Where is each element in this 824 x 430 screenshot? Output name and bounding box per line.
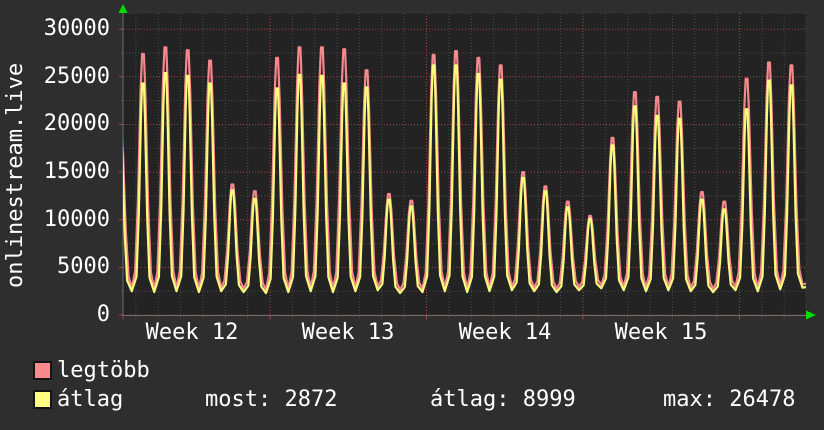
x-axis-arrow-icon (806, 310, 816, 320)
y-tick-label: 30000 (43, 16, 110, 41)
y-tick-label: 10000 (43, 207, 110, 232)
y-tick-label: 25000 (43, 64, 110, 89)
legend-label-atlag: átlag (57, 387, 124, 412)
stat-most: most: 2872 (205, 387, 338, 412)
y-tick-label: 5000 (57, 254, 110, 279)
stat-atlag: átlag: 8999 (430, 387, 576, 412)
legend-swatch-atlag (33, 390, 52, 409)
legend-label-legtobb: legtöbb (57, 358, 150, 383)
stat-max: max: 26478 (663, 387, 796, 412)
legend-swatch-legtobb (33, 361, 52, 380)
x-tick-label: Week 15 (614, 320, 708, 345)
x-tick-label: Week 14 (458, 320, 552, 345)
y-tick-label: 0 (96, 302, 110, 327)
rrd-graph: onlinestream.live 0 5000 10000 15000 20000 25… (0, 0, 824, 430)
y-tick-label: 15000 (43, 159, 110, 184)
x-tick-label: Week 12 (145, 320, 239, 345)
y-tick-label: 20000 (43, 111, 110, 136)
y-axis-arrow-icon (118, 4, 128, 13)
x-tick-label: Week 13 (301, 320, 395, 345)
